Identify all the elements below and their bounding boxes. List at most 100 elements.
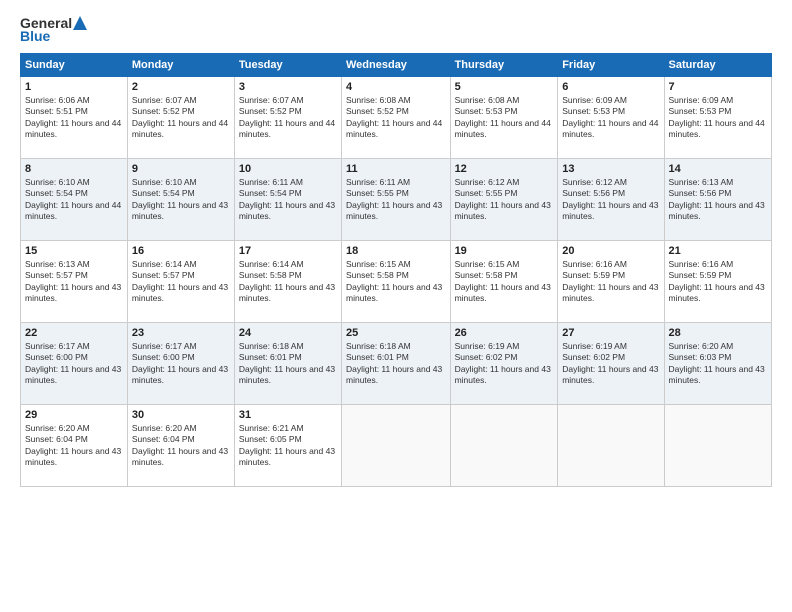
- day-info: Sunrise: 6:15 AM Sunset: 5:58 PM Dayligh…: [346, 259, 446, 305]
- daylight-label: Daylight: 11 hours and 44 minutes.: [239, 118, 335, 139]
- table-cell: 7 Sunrise: 6:09 AM Sunset: 5:53 PM Dayli…: [664, 77, 772, 159]
- day-info: Sunrise: 6:14 AM Sunset: 5:58 PM Dayligh…: [239, 259, 337, 305]
- sunrise-label: Sunrise: 6:19 AM: [455, 341, 520, 351]
- daylight-label: Daylight: 11 hours and 44 minutes.: [346, 118, 442, 139]
- day-info: Sunrise: 6:10 AM Sunset: 5:54 PM Dayligh…: [25, 177, 123, 223]
- sunset-label: Sunset: 6:04 PM: [25, 434, 88, 444]
- sunrise-label: Sunrise: 6:20 AM: [132, 423, 197, 433]
- table-cell: 10 Sunrise: 6:11 AM Sunset: 5:54 PM Dayl…: [234, 159, 341, 241]
- daylight-label: Daylight: 11 hours and 43 minutes.: [669, 364, 765, 385]
- sunset-label: Sunset: 5:58 PM: [346, 270, 409, 280]
- sunset-label: Sunset: 5:56 PM: [562, 188, 625, 198]
- sunrise-label: Sunrise: 6:10 AM: [25, 177, 90, 187]
- sunset-label: Sunset: 6:00 PM: [132, 352, 195, 362]
- sunset-label: Sunset: 5:57 PM: [25, 270, 88, 280]
- sunrise-label: Sunrise: 6:12 AM: [562, 177, 627, 187]
- sunset-label: Sunset: 6:00 PM: [25, 352, 88, 362]
- day-number: 8: [25, 163, 123, 175]
- sunset-label: Sunset: 5:55 PM: [455, 188, 518, 198]
- sunrise-label: Sunrise: 6:09 AM: [669, 95, 734, 105]
- day-info: Sunrise: 6:15 AM Sunset: 5:58 PM Dayligh…: [455, 259, 554, 305]
- day-number: 30: [132, 409, 230, 421]
- day-number: 15: [25, 245, 123, 257]
- calendar-header-row: SundayMondayTuesdayWednesdayThursdayFrid…: [21, 54, 772, 77]
- day-info: Sunrise: 6:08 AM Sunset: 5:53 PM Dayligh…: [455, 95, 554, 141]
- day-info: Sunrise: 6:08 AM Sunset: 5:52 PM Dayligh…: [346, 95, 446, 141]
- logo: General Blue: [20, 16, 88, 43]
- day-info: Sunrise: 6:19 AM Sunset: 6:02 PM Dayligh…: [455, 341, 554, 387]
- table-cell: 1 Sunrise: 6:06 AM Sunset: 5:51 PM Dayli…: [21, 77, 128, 159]
- day-info: Sunrise: 6:11 AM Sunset: 5:55 PM Dayligh…: [346, 177, 446, 223]
- daylight-label: Daylight: 11 hours and 43 minutes.: [346, 282, 442, 303]
- table-cell: 31 Sunrise: 6:21 AM Sunset: 6:05 PM Dayl…: [234, 405, 341, 487]
- table-cell: 14 Sunrise: 6:13 AM Sunset: 5:56 PM Dayl…: [664, 159, 772, 241]
- sunset-label: Sunset: 5:53 PM: [669, 106, 732, 116]
- sunrise-label: Sunrise: 6:07 AM: [132, 95, 197, 105]
- daylight-label: Daylight: 11 hours and 43 minutes.: [132, 364, 228, 385]
- daylight-label: Daylight: 11 hours and 43 minutes.: [562, 200, 658, 221]
- day-number: 29: [25, 409, 123, 421]
- table-cell: 29 Sunrise: 6:20 AM Sunset: 6:04 PM Dayl…: [21, 405, 128, 487]
- sunrise-label: Sunrise: 6:11 AM: [346, 177, 410, 187]
- day-info: Sunrise: 6:20 AM Sunset: 6:04 PM Dayligh…: [132, 423, 230, 469]
- sunset-label: Sunset: 6:03 PM: [669, 352, 732, 362]
- day-info: Sunrise: 6:12 AM Sunset: 5:56 PM Dayligh…: [562, 177, 659, 223]
- day-info: Sunrise: 6:21 AM Sunset: 6:05 PM Dayligh…: [239, 423, 337, 469]
- day-info: Sunrise: 6:07 AM Sunset: 5:52 PM Dayligh…: [239, 95, 337, 141]
- table-cell: 13 Sunrise: 6:12 AM Sunset: 5:56 PM Dayl…: [558, 159, 664, 241]
- day-number: 22: [25, 327, 123, 339]
- week-row-1: 1 Sunrise: 6:06 AM Sunset: 5:51 PM Dayli…: [21, 77, 772, 159]
- daylight-label: Daylight: 11 hours and 43 minutes.: [455, 364, 551, 385]
- daylight-label: Daylight: 11 hours and 43 minutes.: [455, 200, 551, 221]
- sunrise-label: Sunrise: 6:12 AM: [455, 177, 520, 187]
- sunrise-label: Sunrise: 6:20 AM: [25, 423, 90, 433]
- week-row-4: 22 Sunrise: 6:17 AM Sunset: 6:00 PM Dayl…: [21, 323, 772, 405]
- sunrise-label: Sunrise: 6:10 AM: [132, 177, 197, 187]
- day-info: Sunrise: 6:18 AM Sunset: 6:01 PM Dayligh…: [239, 341, 337, 387]
- sunrise-label: Sunrise: 6:07 AM: [239, 95, 304, 105]
- daylight-label: Daylight: 11 hours and 43 minutes.: [669, 282, 765, 303]
- sunset-label: Sunset: 6:01 PM: [346, 352, 409, 362]
- day-number: 24: [239, 327, 337, 339]
- table-cell: 30 Sunrise: 6:20 AM Sunset: 6:04 PM Dayl…: [127, 405, 234, 487]
- day-number: 19: [455, 245, 554, 257]
- sunrise-label: Sunrise: 6:17 AM: [25, 341, 90, 351]
- table-cell: 24 Sunrise: 6:18 AM Sunset: 6:01 PM Dayl…: [234, 323, 341, 405]
- daylight-label: Daylight: 11 hours and 44 minutes.: [562, 118, 658, 139]
- sunrise-label: Sunrise: 6:17 AM: [132, 341, 197, 351]
- sunset-label: Sunset: 5:58 PM: [239, 270, 302, 280]
- day-number: 26: [455, 327, 554, 339]
- sunrise-label: Sunrise: 6:08 AM: [346, 95, 411, 105]
- day-number: 25: [346, 327, 446, 339]
- page: General Blue SundayMondayTuesdayWednesda…: [0, 0, 792, 612]
- sunrise-label: Sunrise: 6:14 AM: [132, 259, 197, 269]
- daylight-label: Daylight: 11 hours and 44 minutes.: [455, 118, 551, 139]
- daylight-label: Daylight: 11 hours and 43 minutes.: [25, 364, 121, 385]
- day-info: Sunrise: 6:13 AM Sunset: 5:57 PM Dayligh…: [25, 259, 123, 305]
- sunrise-label: Sunrise: 6:18 AM: [239, 341, 304, 351]
- daylight-label: Daylight: 11 hours and 43 minutes.: [25, 446, 121, 467]
- day-number: 13: [562, 163, 659, 175]
- calendar-body: 1 Sunrise: 6:06 AM Sunset: 5:51 PM Dayli…: [21, 77, 772, 487]
- day-number: 6: [562, 81, 659, 93]
- daylight-label: Daylight: 11 hours and 43 minutes.: [25, 282, 121, 303]
- sunset-label: Sunset: 5:51 PM: [25, 106, 88, 116]
- day-number: 7: [669, 81, 768, 93]
- sunset-label: Sunset: 5:55 PM: [346, 188, 409, 198]
- day-info: Sunrise: 6:09 AM Sunset: 5:53 PM Dayligh…: [669, 95, 768, 141]
- table-cell: 26 Sunrise: 6:19 AM Sunset: 6:02 PM Dayl…: [450, 323, 558, 405]
- header-friday: Friday: [558, 54, 664, 77]
- day-number: 2: [132, 81, 230, 93]
- daylight-label: Daylight: 11 hours and 44 minutes.: [25, 118, 121, 139]
- logo-blue-text: Blue: [20, 29, 88, 43]
- sunset-label: Sunset: 5:52 PM: [346, 106, 409, 116]
- week-row-2: 8 Sunrise: 6:10 AM Sunset: 5:54 PM Dayli…: [21, 159, 772, 241]
- header-thursday: Thursday: [450, 54, 558, 77]
- day-number: 23: [132, 327, 230, 339]
- header-wednesday: Wednesday: [342, 54, 451, 77]
- day-info: Sunrise: 6:11 AM Sunset: 5:54 PM Dayligh…: [239, 177, 337, 223]
- sunset-label: Sunset: 5:59 PM: [562, 270, 625, 280]
- table-cell: [664, 405, 772, 487]
- table-cell: [342, 405, 451, 487]
- sunset-label: Sunset: 6:01 PM: [239, 352, 302, 362]
